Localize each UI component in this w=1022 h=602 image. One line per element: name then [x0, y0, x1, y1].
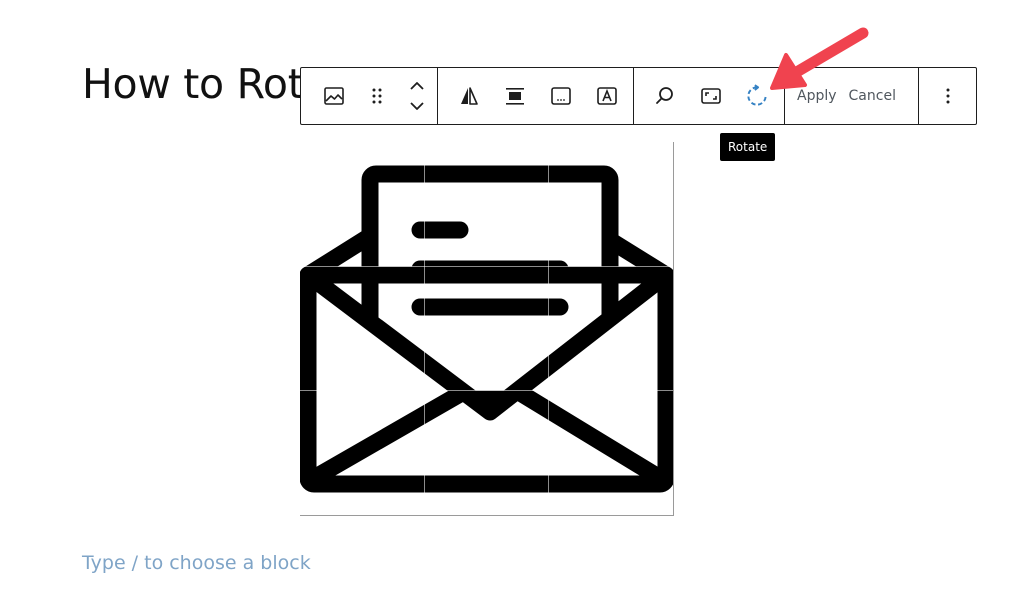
toolbar-group-format — [437, 68, 633, 124]
zoom-button[interactable] — [642, 73, 688, 119]
rotate-tooltip: Rotate — [720, 133, 776, 161]
rotate-icon — [747, 84, 767, 106]
cancel-button[interactable]: Cancel — [843, 73, 902, 119]
options-button[interactable] — [925, 73, 971, 119]
text-overlay-icon — [597, 87, 617, 105]
rotate-button[interactable] — [734, 73, 780, 119]
open-envelope-letter-icon — [300, 165, 673, 493]
aspect-ratio-icon — [701, 88, 721, 104]
block-type-button[interactable] — [311, 73, 357, 119]
apply-button[interactable]: Apply — [791, 73, 843, 119]
more-vertical-icon — [946, 88, 949, 104]
move-up-down-button[interactable] — [397, 73, 437, 119]
toolbar-group-block — [301, 68, 437, 124]
aspect-ratio-button[interactable] — [688, 73, 734, 119]
caption-icon — [551, 87, 571, 105]
align-left-triangle-icon — [461, 87, 478, 105]
image-icon — [324, 87, 344, 105]
drag-handle-icon — [372, 88, 382, 104]
toolbar-group-actions: Apply Cancel — [784, 68, 918, 124]
image-crop-area[interactable] — [300, 142, 674, 516]
align-center-icon — [506, 88, 524, 105]
toolbar-group-options — [918, 68, 976, 124]
align-button[interactable] — [446, 73, 492, 119]
drag-handle[interactable] — [357, 73, 397, 119]
zoom-search-icon — [656, 87, 673, 104]
block-appender-placeholder[interactable]: Type / to choose a block — [82, 552, 311, 574]
text-overlay-button[interactable] — [584, 73, 630, 119]
caption-button[interactable] — [538, 73, 584, 119]
block-toolbar: Apply Cancel — [300, 67, 977, 125]
change-alignment-button[interactable] — [492, 73, 538, 119]
move-up-down-icon — [410, 82, 424, 110]
toolbar-group-crop — [633, 68, 784, 124]
